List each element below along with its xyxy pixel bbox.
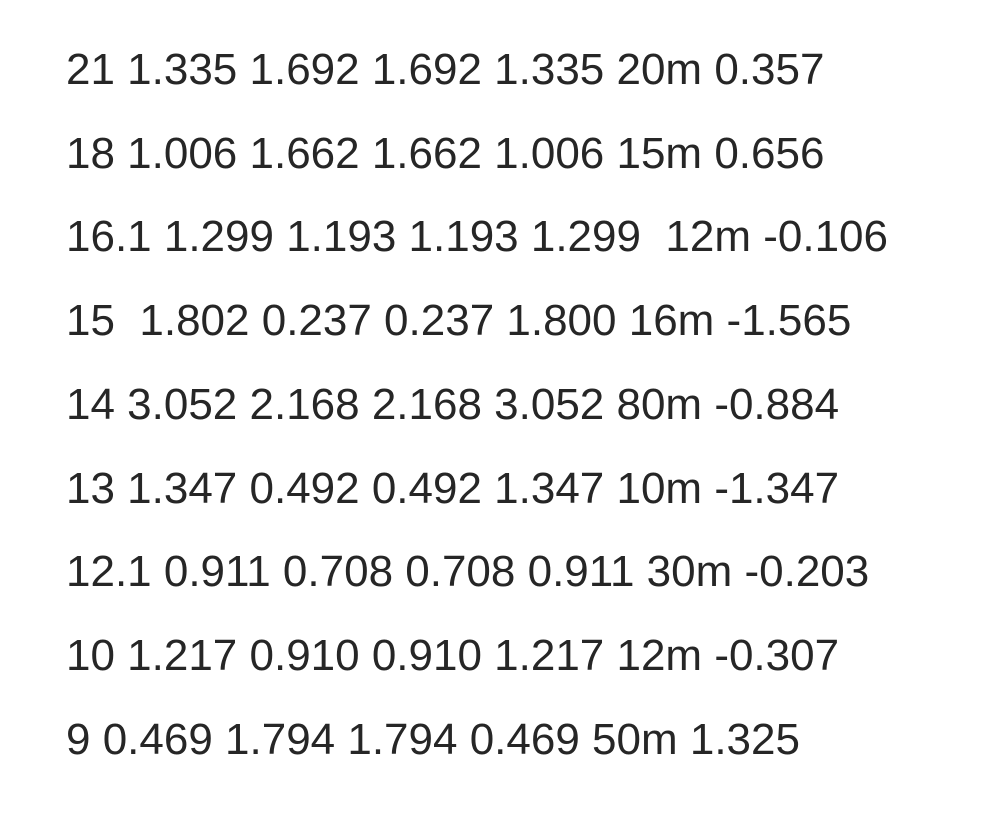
- text-line: 14 3.052 2.168 2.168 3.052 80m -0.884: [66, 380, 840, 429]
- text-line: 18 1.006 1.662 1.662 1.006 15m 0.656: [66, 129, 825, 178]
- text-line: 15 1.802 0.237 0.237 1.800 16m -1.565: [66, 296, 852, 345]
- text-line: 9 0.469 1.794 1.794 0.469 50m 1.325: [66, 715, 800, 764]
- text-line: 13 1.347 0.492 0.492 1.347 10m -1.347: [66, 464, 840, 513]
- document-page: 21 1.335 1.692 1.692 1.335 20m 0.357 18 …: [0, 0, 992, 824]
- text-line: 10 1.217 0.910 0.910 1.217 12m -0.307: [66, 631, 840, 680]
- text-line: 16.1 1.299 1.193 1.193 1.299 12m -0.106: [66, 212, 888, 261]
- text-line: 12.1 0.911 0.708 0.708 0.911 30m -0.203: [66, 547, 870, 596]
- text-line: 21 1.335 1.692 1.692 1.335 20m 0.357: [66, 45, 825, 94]
